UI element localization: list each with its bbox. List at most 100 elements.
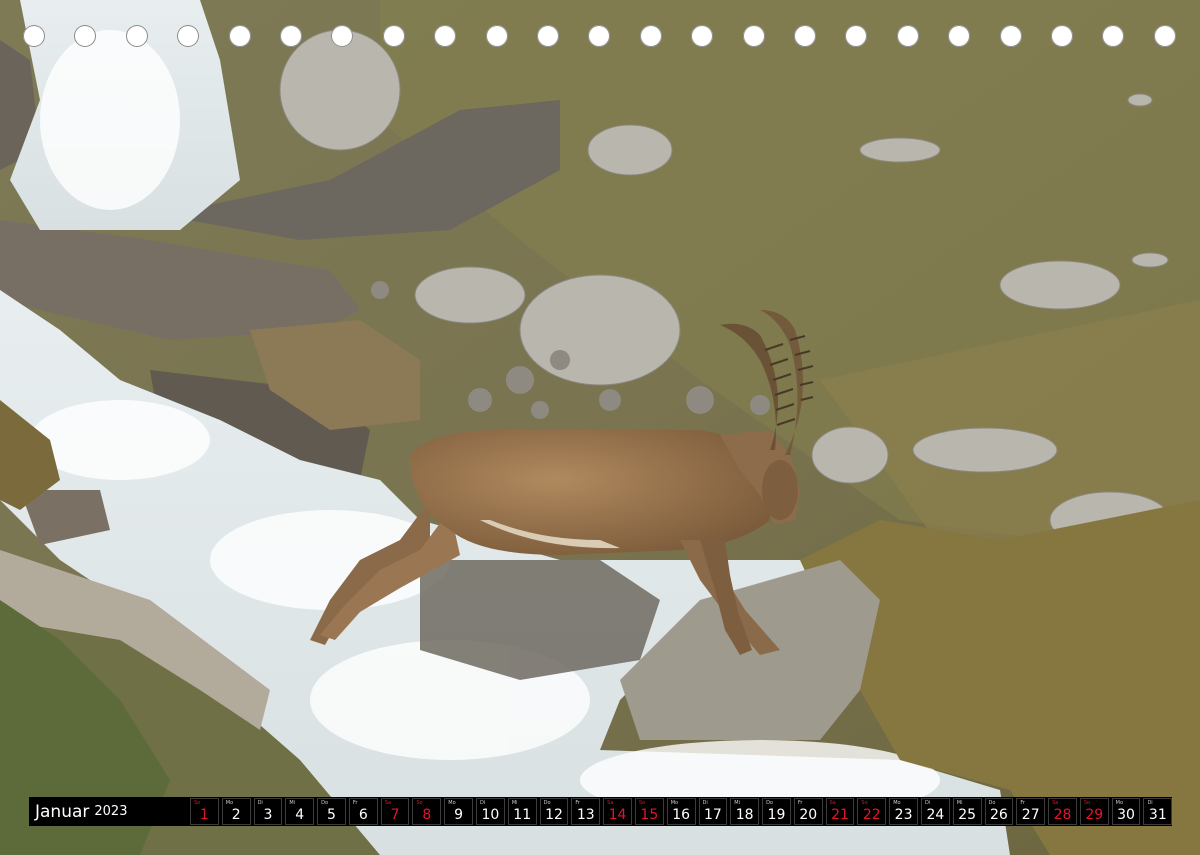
binding-hole xyxy=(639,25,662,47)
binding-hole xyxy=(948,25,971,47)
day-number: 13 xyxy=(576,807,595,823)
day-number: 29 xyxy=(1085,807,1104,823)
binding-hole xyxy=(434,25,457,47)
binding-hole xyxy=(280,25,302,47)
day-number: 8 xyxy=(422,807,432,823)
day-number: 19 xyxy=(767,807,786,823)
day-number: 7 xyxy=(390,807,400,823)
weekday-label: Di xyxy=(257,800,263,806)
day-number: 10 xyxy=(481,807,500,823)
day-number: 18 xyxy=(735,807,754,823)
weekday-label: Mo xyxy=(670,800,679,806)
day-cell: Fr 20 xyxy=(790,797,823,826)
weekday-label: Mo xyxy=(225,800,234,806)
weekday-label: Mo xyxy=(448,800,456,806)
weekday-label: Fr xyxy=(797,800,803,806)
day-cell: So 22 xyxy=(854,797,887,826)
day-cell: Di 3 xyxy=(250,797,283,826)
binding-hole xyxy=(999,25,1022,47)
day-cell: Mi 25 xyxy=(949,797,982,826)
weekday-label: Di xyxy=(480,800,486,806)
day-cell: Mo 9 xyxy=(441,797,474,826)
day-cell: Di 17 xyxy=(695,797,728,826)
weekday-label: So xyxy=(416,800,423,806)
calendar-bar: Januar 2023 So 1 Mo 2 Di 3 Mi 4 Do 5 Fr 6 Sa 7 So 8 Mo 9 D… xyxy=(29,797,1173,826)
weekday-label: Fr xyxy=(1020,800,1025,806)
binding-hole xyxy=(74,25,97,47)
day-cell: Do 12 xyxy=(536,797,569,826)
day-cell: Do 19 xyxy=(759,797,791,826)
day-cell: Di 10 xyxy=(473,797,505,826)
binding-hole xyxy=(691,25,714,47)
weekday-label: Mi xyxy=(511,800,518,806)
day-number: 6 xyxy=(358,807,368,823)
weekday-label: Sa xyxy=(384,800,391,806)
photo-ibex-stream xyxy=(0,0,1200,855)
day-cell: Mo 23 xyxy=(886,797,918,826)
day-number: 16 xyxy=(672,807,691,823)
day-number: 15 xyxy=(640,807,659,823)
day-number: 3 xyxy=(263,807,273,823)
day-cell: Sa 7 xyxy=(377,797,410,826)
day-number: 1 xyxy=(199,807,209,823)
weekday-label: Mo xyxy=(893,800,901,806)
day-cell: Do 5 xyxy=(314,797,346,826)
day-cell: So 8 xyxy=(409,797,442,826)
day-cell: Di 31 xyxy=(1140,797,1173,826)
day-number: 17 xyxy=(703,807,722,823)
day-strip: So 1 Mo 2 Di 3 Mi 4 Do 5 Fr 6 Sa 7 So 8 Mo 9 Di 10 Mi 11 Do 12 F… xyxy=(187,797,1173,826)
day-cell: Mo 2 xyxy=(218,797,251,826)
weekday-label: Mi xyxy=(289,800,296,806)
weekday-label: Di xyxy=(702,800,708,806)
weekday-label: Sa xyxy=(1052,800,1059,806)
day-number: 24 xyxy=(926,807,945,823)
weekday-label: Do xyxy=(988,800,996,806)
weekday-label: Sa xyxy=(829,800,836,806)
weekday-label: Fr xyxy=(575,800,580,806)
binding-holes xyxy=(0,0,1200,74)
weekday-label: So xyxy=(638,800,646,806)
day-cell: Fr 27 xyxy=(1013,797,1046,826)
weekday-label: Mo xyxy=(1115,800,1124,806)
day-cell: Sa 21 xyxy=(822,797,855,826)
day-cell: Sa 28 xyxy=(1045,797,1077,826)
day-cell: Di 24 xyxy=(917,797,950,826)
binding-hole xyxy=(845,25,868,47)
day-number: 14 xyxy=(608,807,627,823)
day-number: 27 xyxy=(1021,807,1040,823)
binding-hole xyxy=(1051,25,1073,47)
day-cell: Mo 16 xyxy=(663,797,696,826)
binding-hole xyxy=(742,25,765,47)
day-number: 2 xyxy=(231,807,241,823)
weekday-label: Do xyxy=(543,800,551,806)
binding-hole xyxy=(537,25,559,47)
day-cell: So 1 xyxy=(187,797,219,826)
day-number: 25 xyxy=(958,807,977,823)
weekday-label: Mi xyxy=(734,800,740,806)
weekday-label: Di xyxy=(1147,800,1153,806)
weekday-label: Do xyxy=(321,800,329,806)
binding-hole xyxy=(896,25,919,47)
day-cell: Sa 14 xyxy=(600,797,632,826)
day-number: 20 xyxy=(799,807,818,823)
binding-hole xyxy=(588,25,611,47)
weekday-label: Fr xyxy=(352,800,358,806)
day-cell: Mi 4 xyxy=(282,797,315,826)
day-cell: Mo 30 xyxy=(1108,797,1141,826)
binding-hole xyxy=(331,25,354,47)
day-number: 4 xyxy=(295,807,305,823)
day-number: 9 xyxy=(454,807,464,823)
binding-hole xyxy=(228,25,251,47)
weekday-label: So xyxy=(1083,800,1091,806)
day-number: 31 xyxy=(1148,807,1167,823)
day-number: 28 xyxy=(1053,807,1072,823)
binding-hole xyxy=(382,25,405,47)
binding-hole xyxy=(485,25,508,47)
day-cell: Mi 18 xyxy=(727,797,760,826)
day-number: 21 xyxy=(831,807,849,823)
day-number: 26 xyxy=(990,807,1008,823)
day-number: 5 xyxy=(327,807,336,823)
day-number: 22 xyxy=(862,807,881,823)
month-label: Januar 2023 xyxy=(29,797,187,826)
weekday-label: Sa xyxy=(607,800,614,806)
